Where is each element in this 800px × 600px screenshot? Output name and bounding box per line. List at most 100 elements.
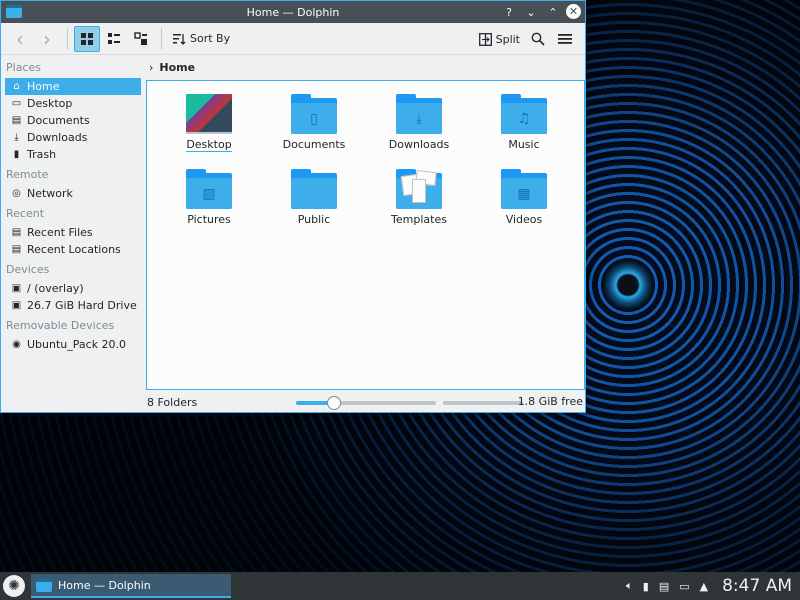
network-tray-icon[interactable]: ▭: [679, 580, 689, 593]
sidebar-item-label: Documents: [27, 114, 90, 127]
folder-label: Videos: [505, 213, 543, 226]
sort-by-label: Sort By: [190, 32, 231, 45]
chevron-right-icon[interactable]: ›: [149, 61, 153, 74]
title-bar[interactable]: Home — Dolphin ? ⌄ ⌃ ✕: [1, 1, 585, 23]
sidebar-item-trash[interactable]: ▮ Trash: [5, 146, 141, 163]
minimize-button[interactable]: ⌄: [522, 3, 540, 21]
desktop-folder-icon: [186, 94, 232, 134]
sidebar-item-hard-drive[interactable]: ▣ 26.7 GiB Hard Drive: [5, 297, 141, 314]
split-label: Split: [495, 32, 520, 46]
sidebar-item-downloads[interactable]: ⤓ Downloads: [5, 129, 141, 146]
application-launcher-icon[interactable]: ✺: [3, 575, 25, 597]
free-space-bar: [443, 401, 523, 405]
folder-item-downloads[interactable]: ⤓ Downloads: [374, 94, 464, 151]
sidebar-item-label: Home: [27, 80, 60, 93]
desktop-icon: ▭: [11, 98, 22, 109]
sidebar-item-desktop[interactable]: ▭ Desktop: [5, 95, 141, 112]
sidebar-item-label: Network: [27, 187, 73, 200]
sort-by-button[interactable]: Sort By: [168, 26, 234, 52]
volume-icon[interactable]: 🔈︎: [626, 579, 633, 593]
task-label: Home — Dolphin: [58, 578, 151, 592]
videos-folder-icon: ▦: [501, 169, 547, 209]
clock[interactable]: 8:47 AM: [722, 576, 792, 596]
menu-button[interactable]: [552, 26, 578, 52]
free-space-label: 1.8 GiB free: [517, 395, 583, 408]
clipboard-icon[interactable]: ▤: [659, 580, 669, 593]
compact-view-button[interactable]: [101, 26, 127, 52]
search-icon: [531, 32, 545, 46]
dolphin-task-icon: [36, 578, 52, 592]
sort-icon: [173, 33, 186, 45]
sidebar-item-label: Downloads: [27, 131, 88, 144]
file-view[interactable]: Desktop ▯ Documents ⤓ Downloads ♫ Music …: [146, 80, 585, 390]
folder-label: Public: [297, 213, 331, 226]
pictures-folder-icon: ▨: [186, 169, 232, 209]
maximize-button[interactable]: ⌃: [544, 3, 562, 21]
sidebar-item-documents[interactable]: ▤ Documents: [5, 112, 141, 129]
sidebar-item-overlay[interactable]: ▣ / (overlay): [5, 280, 141, 297]
folder-label: Templates: [391, 213, 447, 226]
folder-count: 8 Folders: [147, 395, 198, 409]
zoom-slider-handle[interactable]: [326, 396, 341, 410]
sidebar-item-recent-files[interactable]: ▤ Recent Files: [5, 224, 141, 241]
network-icon: ◎: [12, 188, 21, 199]
help-button[interactable]: ?: [500, 3, 518, 21]
folder-item-desktop[interactable]: Desktop: [164, 94, 254, 152]
documents-icon: ▤: [11, 115, 22, 126]
storage-icon[interactable]: ▮: [643, 580, 649, 593]
split-button[interactable]: Split: [475, 26, 524, 52]
details-view-icon: [134, 31, 147, 45]
folder-item-videos[interactable]: ▦ Videos: [479, 169, 569, 226]
removable-drive-icon: ◉: [12, 339, 21, 350]
public-folder-icon: [291, 169, 337, 209]
templates-folder-icon: [396, 169, 442, 209]
removable-section-title: Removable Devices: [6, 319, 115, 332]
folder-label: Documents: [282, 138, 346, 151]
sidebar-item-label: / (overlay): [27, 282, 84, 295]
sidebar-item-label: Recent Locations: [27, 243, 121, 256]
places-panel: Places ⌂ Home ▭ Desktop ▤ Documents ⤓ Downlo…: [1, 56, 143, 413]
details-view-button[interactable]: [128, 26, 154, 52]
sidebar-item-label: Desktop: [27, 97, 73, 110]
trash-icon: ▮: [13, 149, 20, 160]
zoom-slider[interactable]: [296, 396, 436, 410]
sidebar-item-recent-locations[interactable]: ▤ Recent Locations: [5, 241, 141, 258]
taskbar: ✺ Home — Dolphin 🔈︎ ▮ ▤ ▭ ▲ 8:47 AM: [0, 572, 800, 600]
dolphin-app-icon[interactable]: [6, 5, 22, 18]
folder-item-music[interactable]: ♫ Music: [479, 94, 569, 151]
hard-drive-icon: ▣: [11, 300, 22, 311]
recent-files-icon: ▤: [11, 227, 22, 238]
folder-item-public[interactable]: Public: [269, 169, 359, 226]
music-folder-icon: ♫: [501, 94, 547, 134]
status-bar: 8 Folders 1.8 GiB free: [146, 392, 585, 412]
downloads-folder-icon: ⤓: [396, 94, 442, 134]
sidebar-item-network[interactable]: ◎ Network: [5, 185, 141, 202]
folder-item-templates[interactable]: Templates: [374, 169, 464, 226]
back-icon: ‹: [16, 26, 24, 51]
close-button[interactable]: ✕: [566, 4, 581, 19]
folder-label: Desktop: [186, 138, 232, 152]
folder-label: Downloads: [388, 138, 450, 151]
overlay-drive-icon: ▣: [11, 283, 22, 294]
icons-view-button[interactable]: [74, 25, 100, 52]
documents-folder-icon: ▯: [291, 94, 337, 134]
forward-button[interactable]: ›: [34, 26, 60, 52]
remote-section-title: Remote: [6, 168, 49, 181]
hamburger-menu-icon: [558, 34, 572, 44]
folder-item-documents[interactable]: ▯ Documents: [269, 94, 359, 151]
task-dolphin[interactable]: Home — Dolphin: [31, 574, 231, 598]
breadcrumb-home[interactable]: Home: [159, 61, 195, 74]
recent-section-title: Recent: [6, 207, 45, 220]
split-icon: [478, 32, 492, 46]
tray-expand-icon[interactable]: ▲: [700, 580, 708, 593]
search-button[interactable]: [525, 26, 551, 52]
sidebar-item-ubuntu-pack[interactable]: ◉ Ubuntu_Pack 20.0: [5, 336, 141, 353]
sidebar-item-home[interactable]: ⌂ Home: [5, 78, 141, 95]
toolbar-separator: [67, 27, 68, 50]
breadcrumb[interactable]: › Home: [146, 58, 195, 76]
folder-item-pictures[interactable]: ▨ Pictures: [164, 169, 254, 226]
recent-locations-icon: ▤: [11, 244, 22, 255]
window-title: Home — Dolphin: [246, 5, 340, 19]
downloads-icon: ⤓: [14, 132, 19, 143]
back-button[interactable]: ‹: [7, 26, 33, 52]
